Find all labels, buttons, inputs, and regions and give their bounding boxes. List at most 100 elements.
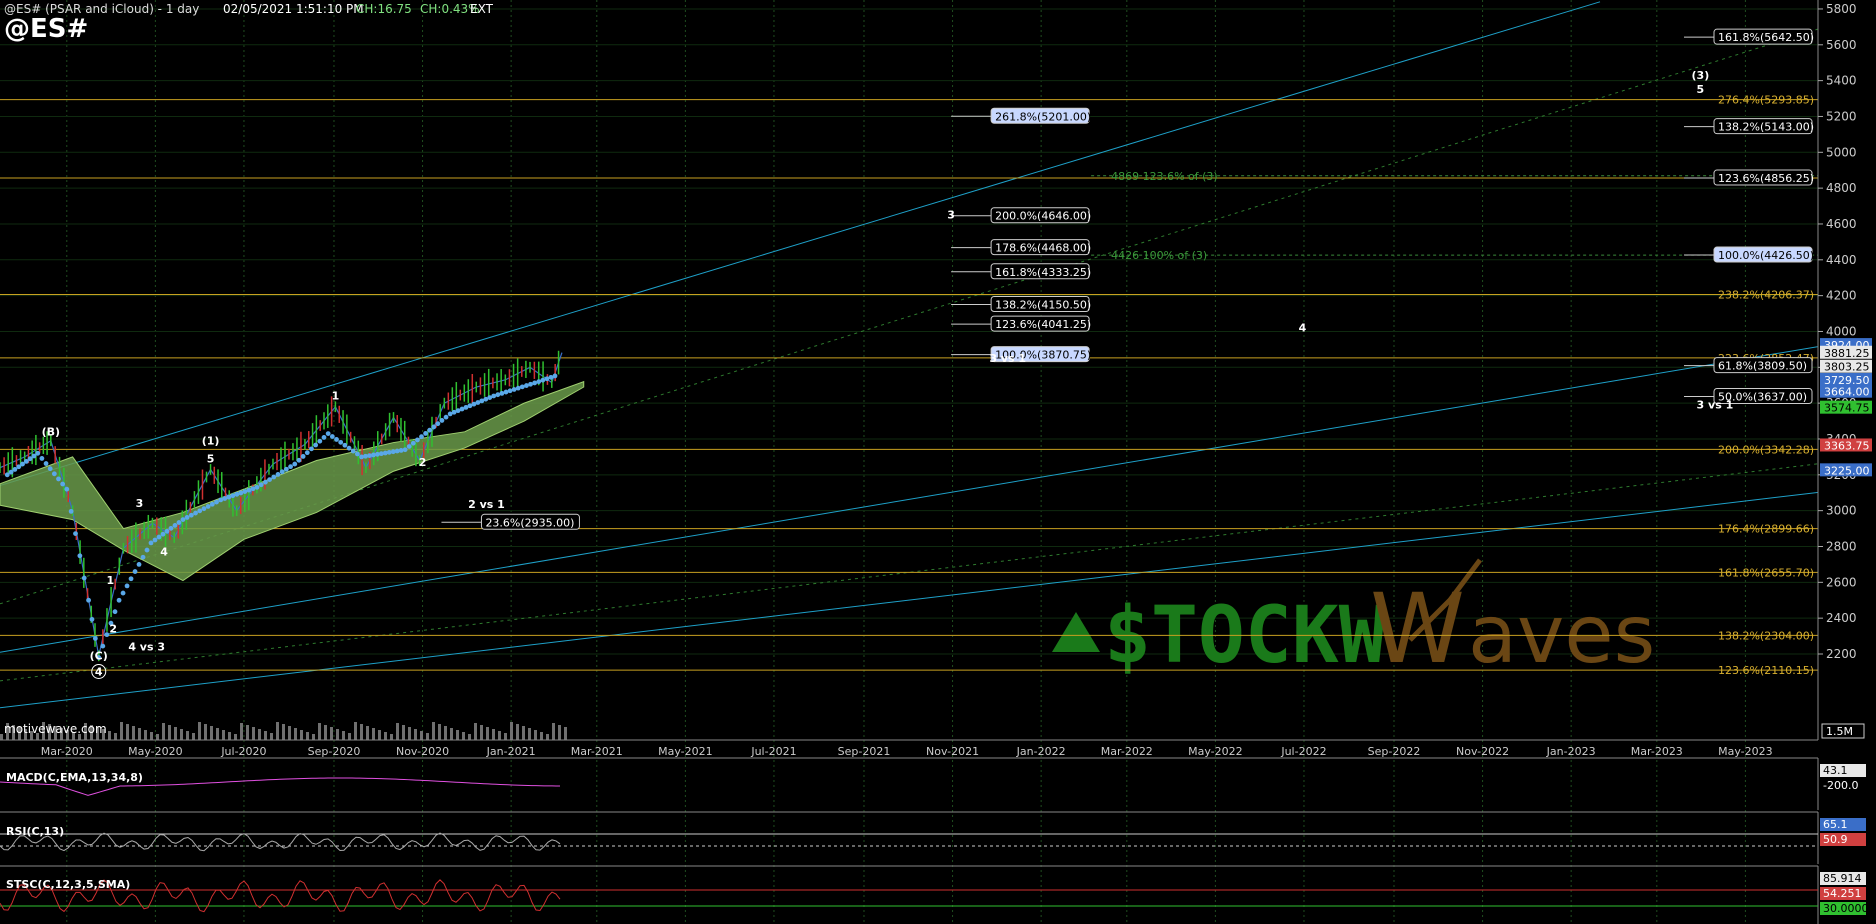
wave-label: 2 bbox=[419, 456, 427, 469]
x-tick-label: Sep-2022 bbox=[1368, 745, 1421, 758]
channel-line-upper bbox=[0, 1, 1601, 487]
psar-dot bbox=[519, 384, 525, 390]
volume-bar bbox=[414, 729, 417, 740]
psar-dot bbox=[288, 464, 293, 470]
volume-bar bbox=[216, 728, 219, 740]
volume-bar bbox=[438, 724, 441, 740]
volume-bar bbox=[150, 732, 153, 740]
psar-dot bbox=[511, 387, 517, 392]
fib-label-text: 100.0%(4426.50) bbox=[1718, 249, 1814, 262]
volume-bar bbox=[264, 731, 267, 740]
volume-bar bbox=[522, 726, 525, 740]
psar-dot bbox=[524, 383, 529, 388]
psar-dot bbox=[427, 427, 433, 433]
volume-bar bbox=[450, 728, 453, 740]
volume-bar bbox=[186, 731, 189, 740]
x-tick-label: Jan-2022 bbox=[1016, 745, 1066, 758]
psar-dot bbox=[56, 476, 61, 482]
psar-dot bbox=[144, 547, 150, 553]
wave-label: 1 bbox=[107, 574, 115, 587]
psar-dot bbox=[209, 501, 215, 507]
volume-bar bbox=[402, 725, 405, 740]
psar-dot bbox=[77, 553, 83, 559]
volume-bar bbox=[432, 722, 435, 740]
x-tick-label: Sep-2021 bbox=[838, 745, 891, 758]
volume-bar bbox=[312, 734, 315, 740]
fib-line-label: 200.0%(3342.28) bbox=[1718, 443, 1814, 456]
volume-bar bbox=[348, 733, 351, 740]
volume-bar bbox=[306, 732, 309, 740]
fib-label-text: 161.8%(4333.25) bbox=[995, 266, 1091, 279]
watermark-credit: motivewave.com bbox=[4, 722, 107, 736]
psar-dot bbox=[254, 484, 260, 490]
volume-bar bbox=[504, 733, 507, 740]
psar-dot bbox=[201, 506, 207, 512]
volume-bar bbox=[126, 724, 129, 740]
psar-dot bbox=[112, 609, 118, 615]
psar-dot bbox=[275, 472, 281, 477]
fib-label-text: 161.8%(5642.50) bbox=[1718, 31, 1814, 44]
volume-scale-label: 1.5M bbox=[1826, 725, 1853, 738]
volume-bar bbox=[288, 726, 291, 740]
psar-dot bbox=[197, 508, 203, 514]
psar-dot bbox=[552, 373, 558, 379]
psar-dot bbox=[439, 418, 445, 423]
psar-dot bbox=[156, 534, 162, 540]
y-tick-label: 5200 bbox=[1826, 109, 1857, 123]
psar-dot bbox=[292, 461, 298, 467]
fib-label-text: 61.8%(3809.50) bbox=[1718, 360, 1807, 373]
volume-bar bbox=[372, 728, 375, 740]
psar-dot bbox=[136, 562, 142, 567]
psar-dot bbox=[47, 466, 53, 472]
psar-dot bbox=[188, 512, 194, 518]
x-tick-label: Mar-2021 bbox=[571, 745, 623, 758]
volume-bar bbox=[486, 727, 489, 740]
x-tick-label: May-2020 bbox=[128, 745, 183, 758]
volume-bar bbox=[360, 724, 363, 740]
volume-bar bbox=[444, 726, 447, 740]
volume-bar bbox=[354, 722, 357, 740]
x-tick-label: Nov-2020 bbox=[396, 745, 449, 758]
panel-tag-label: 54.251 bbox=[1823, 887, 1862, 900]
y-tick-label: 4000 bbox=[1826, 324, 1857, 338]
psar-dot bbox=[214, 499, 219, 505]
y-tick-label: 5400 bbox=[1826, 74, 1857, 88]
volume-bar bbox=[108, 731, 111, 740]
volume-bar bbox=[366, 726, 369, 740]
psar-dot bbox=[354, 451, 360, 457]
psar-dot bbox=[329, 434, 335, 439]
volume-bar bbox=[426, 733, 429, 740]
volume-bar bbox=[342, 731, 345, 740]
x-tick-label: Mar-2022 bbox=[1101, 745, 1153, 758]
fib-label-text: 138.2%(4150.50) bbox=[995, 299, 1091, 312]
volume-bar bbox=[132, 726, 135, 740]
psar-dot bbox=[184, 515, 190, 520]
chart-canvas[interactable]: $TOCKWWaves 276.4%(5293.85) 123.6%(4856.25… bbox=[0, 0, 1876, 924]
wave-label: 5 bbox=[207, 452, 215, 465]
psar-dot bbox=[507, 388, 513, 394]
x-tick-label: Mar-2023 bbox=[1631, 745, 1683, 758]
volume-bar bbox=[564, 727, 567, 740]
volume-bar bbox=[234, 734, 237, 740]
y-tick-label: 4800 bbox=[1826, 181, 1857, 195]
wave-label: 3 bbox=[947, 209, 955, 222]
volume-bar bbox=[330, 727, 333, 740]
y-tick-label: 2800 bbox=[1826, 539, 1857, 553]
psar-dot bbox=[415, 437, 420, 443]
volume-bar bbox=[144, 730, 147, 740]
x-tick-label: Nov-2021 bbox=[926, 745, 979, 758]
volume-bar bbox=[498, 731, 501, 740]
y-tick-label: 4600 bbox=[1826, 217, 1857, 231]
psar-dot bbox=[68, 508, 74, 514]
volume-bar bbox=[540, 732, 543, 740]
psar-dot bbox=[435, 421, 441, 427]
psar-dot bbox=[89, 616, 95, 622]
fib-label-text: 178.6%(4468.00) bbox=[995, 242, 1091, 255]
x-tick-label: Nov-2022 bbox=[1456, 745, 1509, 758]
price-tag-label: 3363.75 bbox=[1824, 439, 1870, 452]
psar-dot bbox=[304, 450, 310, 456]
psar-dot bbox=[100, 643, 106, 649]
fib-line-label: 161.8%(2655.70) bbox=[1718, 566, 1814, 579]
fib-label-text: 23.6%(2935.00) bbox=[485, 516, 574, 529]
fib-label-text: 200.0%(4646.00) bbox=[995, 210, 1091, 223]
